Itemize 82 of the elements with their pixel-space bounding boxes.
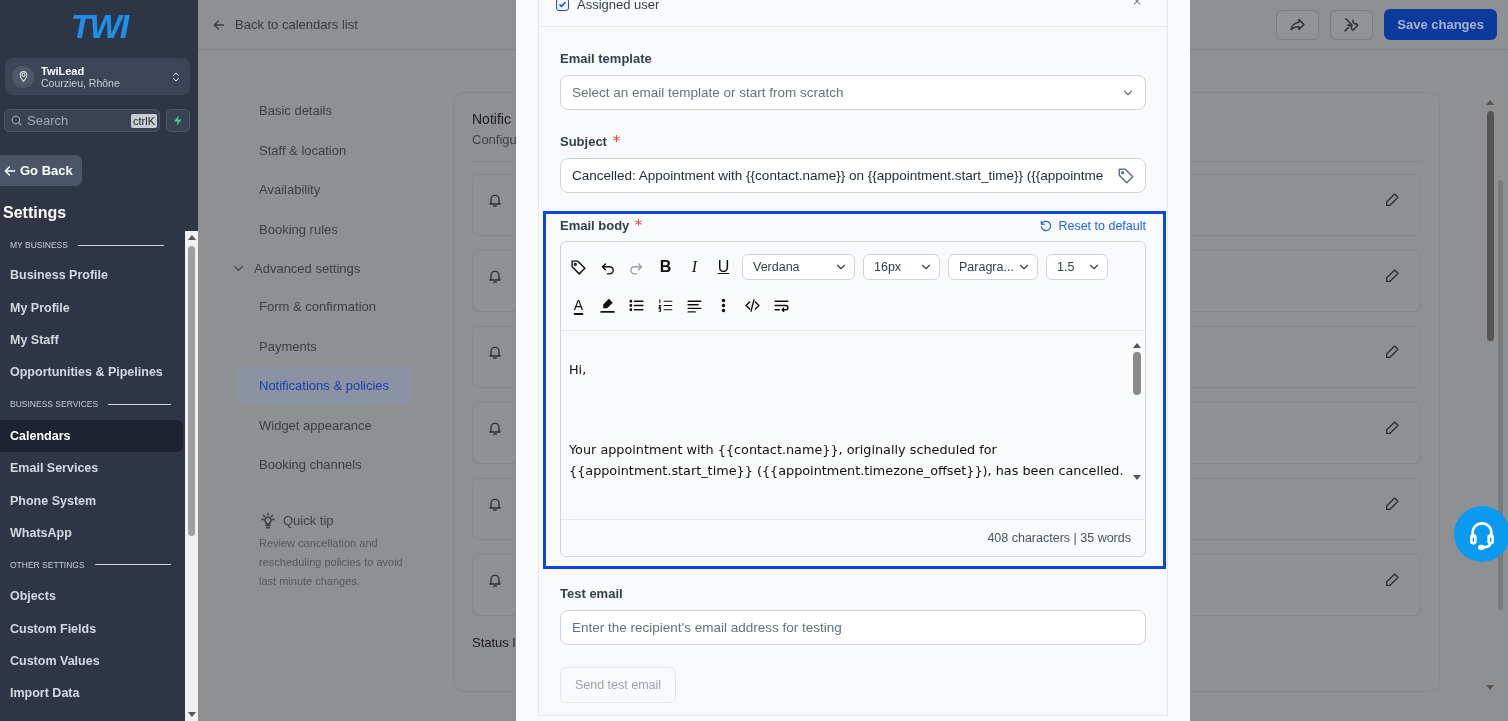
numbered-list-icon — [657, 296, 674, 314]
dropdown[interactable]: 1.5 — [1046, 254, 1108, 280]
logo: TWI — [70, 6, 128, 46]
checkbox-label: Assigned user — [577, 0, 660, 12]
text-color-button[interactable]: A — [568, 293, 589, 317]
rich-text-editor[interactable] — [560, 241, 1146, 557]
tag-icon — [570, 258, 587, 276]
bell-icon — [487, 496, 503, 512]
tag-icon[interactable] — [1117, 166, 1135, 185]
character-count: 408 characters | 35 words — [986, 530, 1132, 547]
pencil-icon[interactable] — [1384, 572, 1400, 588]
checkbox[interactable] — [556, 0, 569, 11]
italic-button[interactable]: I — [684, 255, 705, 279]
section-heading: MY BUSINESS — [10, 240, 68, 250]
sidebar-item[interactable]: Calendars — [0, 419, 183, 452]
share-arrow-icon — [1289, 16, 1307, 33]
field-label: Test email — [560, 586, 623, 601]
tip-text: Review cancellation and rescheduling policies to avoid last minute changes. — [259, 535, 404, 589]
card-subtitle: Configu — [472, 132, 517, 147]
lightning-icon — [172, 114, 184, 127]
sidebar-item[interactable]: Phone System — [0, 484, 183, 517]
sidebar-item[interactable]: Custom Fields — [0, 612, 183, 645]
underline-button[interactable]: U — [713, 255, 734, 279]
support-chat-button[interactable] — [1454, 506, 1508, 562]
lightbulb-icon — [259, 511, 277, 530]
pencil-icon[interactable] — [1384, 268, 1400, 284]
bell-icon — [487, 420, 503, 436]
go-back-button[interactable]: Go Back — [0, 155, 82, 186]
pencil-icon[interactable] — [1384, 344, 1400, 360]
tip-title: Quick tip — [283, 513, 334, 528]
bell-icon — [487, 572, 503, 588]
reset-icon — [1039, 218, 1054, 233]
search-icon — [10, 114, 23, 127]
subject-field[interactable]: Cancelled: Appointment with {{contact.name}} on {{appointment.start_time}} ({{appointme — [560, 158, 1146, 193]
highlighter-icon — [599, 296, 616, 314]
shortcut-badge: ctrlK — [131, 113, 157, 128]
sidebar-item[interactable]: My Profile — [0, 291, 183, 324]
bell-icon — [487, 268, 503, 284]
dropdown[interactable]: 16px — [863, 254, 940, 280]
sidebar-item[interactable]: My Staff — [0, 323, 183, 357]
pencil-icon[interactable] — [1384, 192, 1400, 208]
account-location: Courzieu, Rhône — [41, 76, 121, 89]
section-heading: OTHER SETTINGS — [10, 559, 85, 570]
scrollbar[interactable] — [1498, 180, 1503, 610]
sidebar-item[interactable]: Business Profile — [0, 259, 183, 292]
dropdown[interactable]: Paragra... — [948, 254, 1038, 280]
sidebar-item[interactable]: Objects — [0, 580, 183, 613]
sidebar-item[interactable]: WhatsApp — [0, 516, 183, 550]
bell-icon — [487, 192, 503, 208]
account-switcher[interactable]: TwiLead Courzieu, Rhône — [5, 58, 190, 95]
pencil-icon[interactable] — [1384, 420, 1400, 436]
bold-button[interactable]: B — [655, 255, 676, 279]
search-input[interactable]: Search — [27, 113, 127, 128]
sidebar-item[interactable]: Custom Values — [0, 644, 183, 678]
body-paragraph: Your appointment with {{contact.name}}, originally scheduled for {{appointment.start_time}} ({{appointment.timezone_offset}}), has been cancelled. — [569, 441, 1125, 480]
close-icon[interactable] — [1131, 0, 1143, 8]
field-label: Email body — [560, 218, 630, 233]
body-paragraph: Hi, — [569, 361, 588, 379]
settings-title: Settings — [3, 203, 68, 223]
sidebar-item[interactable]: Import Data — [0, 677, 183, 710]
tools-button[interactable] — [1330, 9, 1374, 40]
test-email-field[interactable]: Enter the recipient's email address for testing — [560, 610, 1146, 645]
field-label: Subject — [560, 134, 607, 149]
back-link[interactable]: Back to calendars list — [211, 16, 1266, 33]
pencil-icon[interactable] — [1384, 496, 1400, 512]
account-name: TwiLead — [41, 64, 86, 77]
quick-action-button[interactable] — [166, 109, 190, 132]
bell-icon — [487, 344, 503, 360]
share-button[interactable] — [1276, 9, 1320, 40]
sidebar-item[interactable]: Email Services — [0, 451, 183, 485]
sidebar-item[interactable]: Opportunities & Pipelines — [0, 356, 183, 389]
status-label: Status l — [472, 635, 517, 650]
reset-to-default-link[interactable]: Reset to default — [1039, 218, 1146, 233]
section-heading: BUSINESS SERVICES — [10, 399, 99, 410]
email-template-dropdown[interactable]: Select an email template or start from scratch — [560, 75, 1146, 110]
card-title: Notific — [472, 111, 511, 127]
dropdown[interactable]: Verdana — [742, 254, 855, 280]
save-changes-button[interactable]: Save changes — [1384, 9, 1497, 40]
field-label: Email template — [560, 51, 652, 66]
code-icon — [744, 296, 761, 314]
scrollbar[interactable] — [185, 231, 198, 721]
search-bar[interactable]: Search ctrlK — [4, 109, 160, 132]
